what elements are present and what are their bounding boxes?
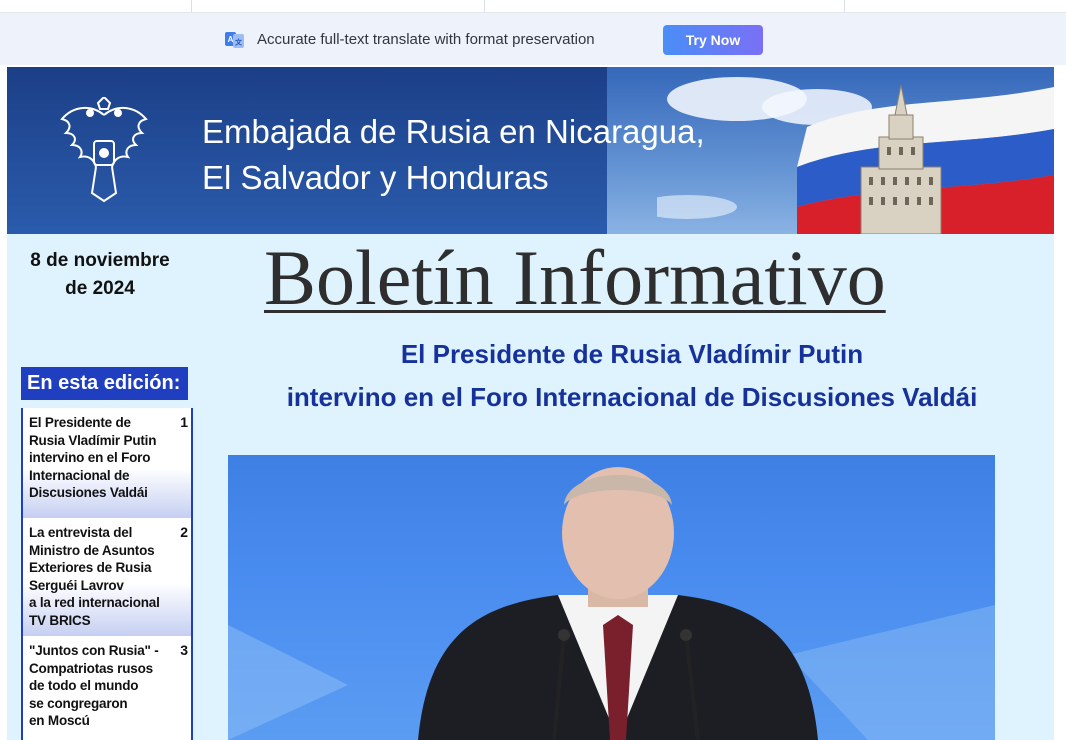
toc-item-line: Discusiones Valdái [29,485,148,500]
svg-text:A: A [228,35,234,44]
toc-item-line: Rusia Vladímir Putin [29,432,157,448]
try-now-button[interactable]: Try Now [663,25,763,55]
table-of-contents: El Presidente de Rusia Vladímir Putin in… [21,408,193,740]
lead-photo [228,455,995,740]
embassy-name: Embajada de Rusia en Nicaragua, El Salva… [202,109,705,201]
toc-page-number: 2 [180,524,188,540]
embassy-banner: Embajada de Rusia en Nicaragua, El Salva… [7,67,1054,234]
toc-item-line: "Juntos con Rusia" - [29,643,159,658]
translate-promo-bar: A 文 Accurate full-text translate with fo… [0,13,1066,65]
coat-of-arms-icon [60,97,148,203]
translate-promo-text: Accurate full-text translate with format… [257,31,595,48]
issue-date-line2: de 2024 [65,278,135,299]
svg-text:文: 文 [235,38,243,47]
toc-item-line: TV BRICS [29,612,91,628]
toc-item-line: Serguéi Lavrov [29,577,124,593]
toc-item-line: Exteriores de Rusia [29,560,152,575]
toc-item-2[interactable]: La entrevista del Ministro de Asuntos Ex… [23,518,191,636]
lead-headline: El Presidente de Rusia Vladímir Putin in… [212,333,1052,419]
toc-item-line: de todo el mundo [29,678,139,693]
issue-date: 8 de noviembre de 2024 [21,247,179,303]
toc-page-number: 1 [180,414,188,430]
toc-item-3[interactable]: "Juntos con Rusia" - Compatriotas rusos … [23,636,191,740]
embassy-name-line2: El Salvador y Honduras [202,159,549,196]
toc-item-line: a la red internacional [29,595,160,610]
tab-divider [484,0,485,12]
lead-headline-line2: intervino en el Foro Internacional de Di… [286,382,978,412]
toc-item-line: Ministro de Asuntos [29,542,155,558]
browser-top-strip [0,0,1066,13]
lead-headline-line1: El Presidente de Rusia Vladímir Putin [400,339,864,369]
president-at-podium-image [228,467,995,740]
toc-item-line: Internacional de [29,467,130,483]
toc-heading: En esta edición: [21,367,188,400]
toc-item-line: La entrevista del [29,525,133,540]
tab-divider [844,0,845,12]
toc-item-line: intervino en el Foro [29,450,151,465]
toc-item-1[interactable]: El Presidente de Rusia Vladímir Putin in… [23,408,191,518]
translate-icon: A 文 [225,32,244,48]
issue-date-line1: 8 de noviembre [30,250,170,271]
russian-flag-image [657,77,1054,234]
toc-item-line: se congregaron [29,695,128,711]
newsletter-title: Boletín Informativo [264,234,886,321]
toc-page-number: 3 [180,642,188,658]
toc-item-line: El Presidente de [29,415,131,430]
toc-item-line: Compatriotas rusos [29,660,153,676]
tab-divider [191,0,192,12]
newsletter-document: Embajada de Rusia en Nicaragua, El Salva… [7,67,1054,740]
embassy-name-line1: Embajada de Rusia en Nicaragua, [202,113,705,150]
toc-item-line: en Moscú [29,713,90,728]
